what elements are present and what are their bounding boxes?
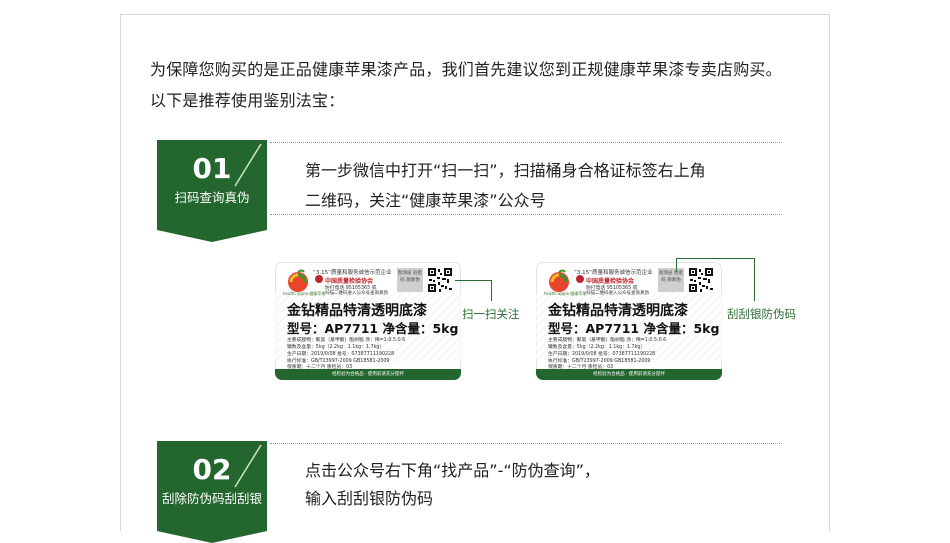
label-logo-text: health apple 健康苹果 xyxy=(544,291,587,296)
step-1-title: 扫码查询真伪 xyxy=(174,190,250,205)
association-badge-icon xyxy=(576,275,584,283)
scratch-area: 刮涂层 验密码 辨真伪 xyxy=(397,268,423,292)
label-spec-1: 主要成膜物：聚氨（基甲酸）酯树脂 涂：稀=1:0.5:0.6 xyxy=(548,338,667,343)
step-2-badge: 02 刮除防伪码刮刮银 xyxy=(157,441,267,543)
label-product-name: 金钻精品特清透明底漆 xyxy=(287,303,427,319)
divider-dotted xyxy=(270,142,782,143)
frame-left-border xyxy=(120,14,121,531)
scratch-callout-line xyxy=(676,258,755,301)
qr-code-icon xyxy=(427,267,453,293)
scratch-callout-line xyxy=(676,258,677,272)
product-label-image: health apple 健康苹果 “3.15”质量和服务诚信示范企业 中国质量… xyxy=(275,262,461,380)
association-badge-icon xyxy=(315,275,323,283)
label-header-1: “3.15”质量和服务诚信示范企业 xyxy=(313,270,392,276)
step-1-badge: 01 扫码查询真伪 xyxy=(157,140,267,242)
step-1-text-line-2: 二维码，关注“健康苹果漆”公众号 xyxy=(305,191,546,210)
step-2-text-line-2: 输入刮刮银防伪码 xyxy=(305,489,434,508)
step-2-title: 刮除防伪码刮刮银 xyxy=(161,491,262,506)
divider-dotted xyxy=(270,214,782,215)
label-footer: 经检验为合格品 · 使用前请充分搅拌 xyxy=(275,369,461,380)
label-header-1: “3.15”质量和服务诚信示范企业 xyxy=(574,270,653,276)
scan-callout-label: 扫一扫关注 xyxy=(462,307,520,321)
label-spec-3: 生产日期：2019/0/08 批号：07387711190228 xyxy=(548,352,656,357)
label-footer: 经检验为合格品 · 使用前请充分搅拌 xyxy=(536,369,722,380)
step-1-text-line-1: 第一步微信中打开“扫一扫”，扫描桶身合格证标签右上角 xyxy=(305,161,706,180)
scratch-callout-label: 刮刮银防伪码 xyxy=(727,307,796,321)
label-model-line: 型号：AP7711 净含量：5kg xyxy=(287,321,459,336)
label-model-line: 型号：AP7711 净含量：5kg xyxy=(548,321,720,336)
step-1-number: 01 xyxy=(192,152,232,185)
label-spec-2: 罐数及含量：5kg（2.2kg：1.1kg：1.7kg） xyxy=(287,345,385,350)
label-logo-text: health apple 健康苹果 xyxy=(283,291,326,296)
scan-callout-line xyxy=(455,280,492,301)
frame-top-border xyxy=(120,14,830,15)
intro-line-2: 以下是推荐使用鉴别法宝： xyxy=(150,91,345,110)
label-spec-1: 主要成膜物：聚氨（基甲酸）酯树脂 涂：稀=1:0.5:0.6 xyxy=(287,338,406,343)
label-header-4: 扫描二维码进入公众号查询真伪 xyxy=(325,291,388,296)
step-2-text-line-1: 点击公众号右下角“找产品”-“防伪查询”， xyxy=(305,461,600,480)
step-2-number: 02 xyxy=(192,453,232,486)
divider-dotted xyxy=(270,443,782,444)
frame-right-border xyxy=(829,14,830,531)
intro-line-1: 为保障您购买的是正品健康苹果漆产品，我们首先建议您到正规健康苹果漆专卖店购买。 xyxy=(150,60,782,79)
label-header-4: 扫描二维码进入公众号查询真伪 xyxy=(586,291,649,296)
label-spec-2: 罐数及含量：5kg（2.2kg：1.1kg：1.7kg） xyxy=(548,345,646,350)
label-product-name: 金钻精品特清透明底漆 xyxy=(548,303,688,319)
label-spec-3: 生产日期：2019/0/08 批号：07387711190228 xyxy=(287,352,395,357)
